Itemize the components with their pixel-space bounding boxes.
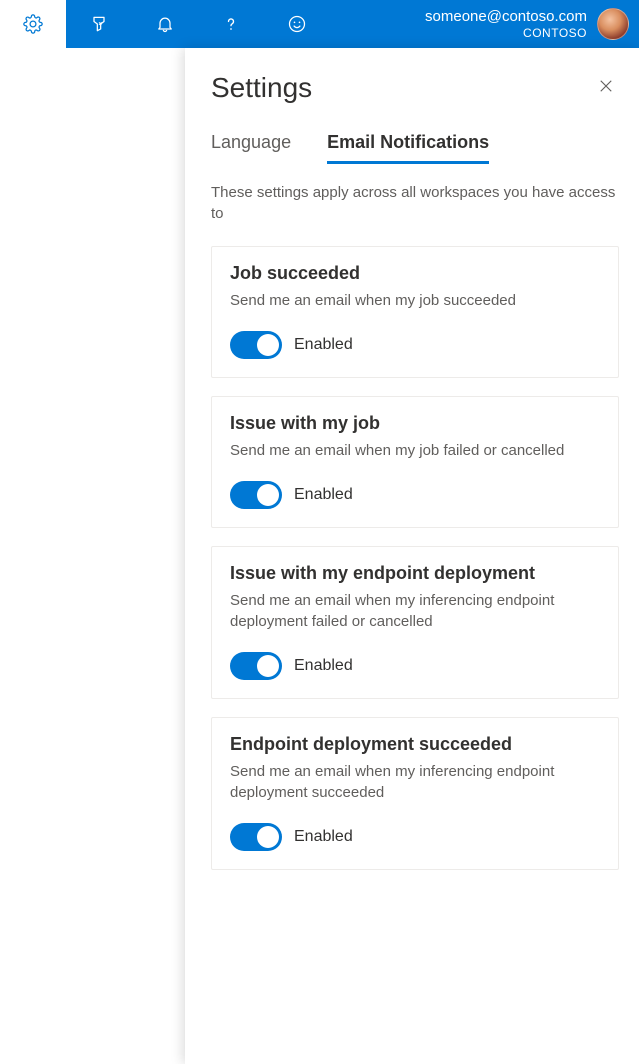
card-job-succeeded: Job succeeded Send me an email when my j… [211,246,619,378]
toggle-row: Enabled [230,652,600,680]
account-email: someone@contoso.com [425,8,587,26]
topbar: someone@contoso.com CONTOSO [0,0,639,48]
feedback-icon-button[interactable] [264,0,330,48]
panel-header: Settings [211,72,619,104]
settings-panel: Settings Language Email Notifications Th… [185,48,639,1064]
tab-language[interactable]: Language [211,132,291,164]
toggle-label: Enabled [294,336,353,354]
account-area[interactable]: someone@contoso.com CONTOSO [425,8,639,40]
card-desc: Send me an email when my inferencing end… [230,590,600,632]
toggle-label: Enabled [294,657,353,675]
card-desc: Send me an email when my inferencing end… [230,761,600,803]
card-title: Endpoint deployment succeeded [230,734,600,755]
account-org: CONTOSO [425,26,587,40]
card-desc: Send me an email when my job succeeded [230,290,600,311]
tabs: Language Email Notifications [211,132,619,164]
card-issue-endpoint: Issue with my endpoint deployment Send m… [211,546,619,699]
topbar-left [0,0,330,48]
toggle-knob [257,655,279,677]
bell-icon [155,14,175,34]
settings-icon-button[interactable] [0,0,66,48]
panel-title: Settings [211,72,312,104]
toggle-label: Enabled [294,828,353,846]
question-icon [221,14,241,34]
notifications-icon-button[interactable] [132,0,198,48]
toggle-row: Enabled [230,331,600,359]
toggle-issue-endpoint[interactable] [230,652,282,680]
toggle-issue-job[interactable] [230,481,282,509]
close-button[interactable] [593,73,619,104]
toggle-row: Enabled [230,481,600,509]
card-endpoint-succeeded: Endpoint deployment succeeded Send me an… [211,717,619,870]
diagnostics-icon-button[interactable] [66,0,132,48]
toggle-row: Enabled [230,823,600,851]
toggle-knob [257,826,279,848]
diagnostics-icon [89,14,109,34]
toggle-knob [257,484,279,506]
card-desc: Send me an email when my job failed or c… [230,440,600,461]
card-title: Job succeeded [230,263,600,284]
card-title: Issue with my endpoint deployment [230,563,600,584]
toggle-knob [257,334,279,356]
toggle-job-succeeded[interactable] [230,331,282,359]
tab-description: These settings apply across all workspac… [211,182,619,224]
toggle-label: Enabled [294,486,353,504]
card-issue-job: Issue with my job Send me an email when … [211,396,619,528]
avatar[interactable] [597,8,629,40]
account-info: someone@contoso.com CONTOSO [425,8,587,40]
smiley-icon [287,14,307,34]
tab-email-notifications[interactable]: Email Notifications [327,132,489,164]
toggle-endpoint-succeeded[interactable] [230,823,282,851]
gear-icon [23,14,43,34]
card-title: Issue with my job [230,413,600,434]
close-icon [597,77,615,95]
help-icon-button[interactable] [198,0,264,48]
